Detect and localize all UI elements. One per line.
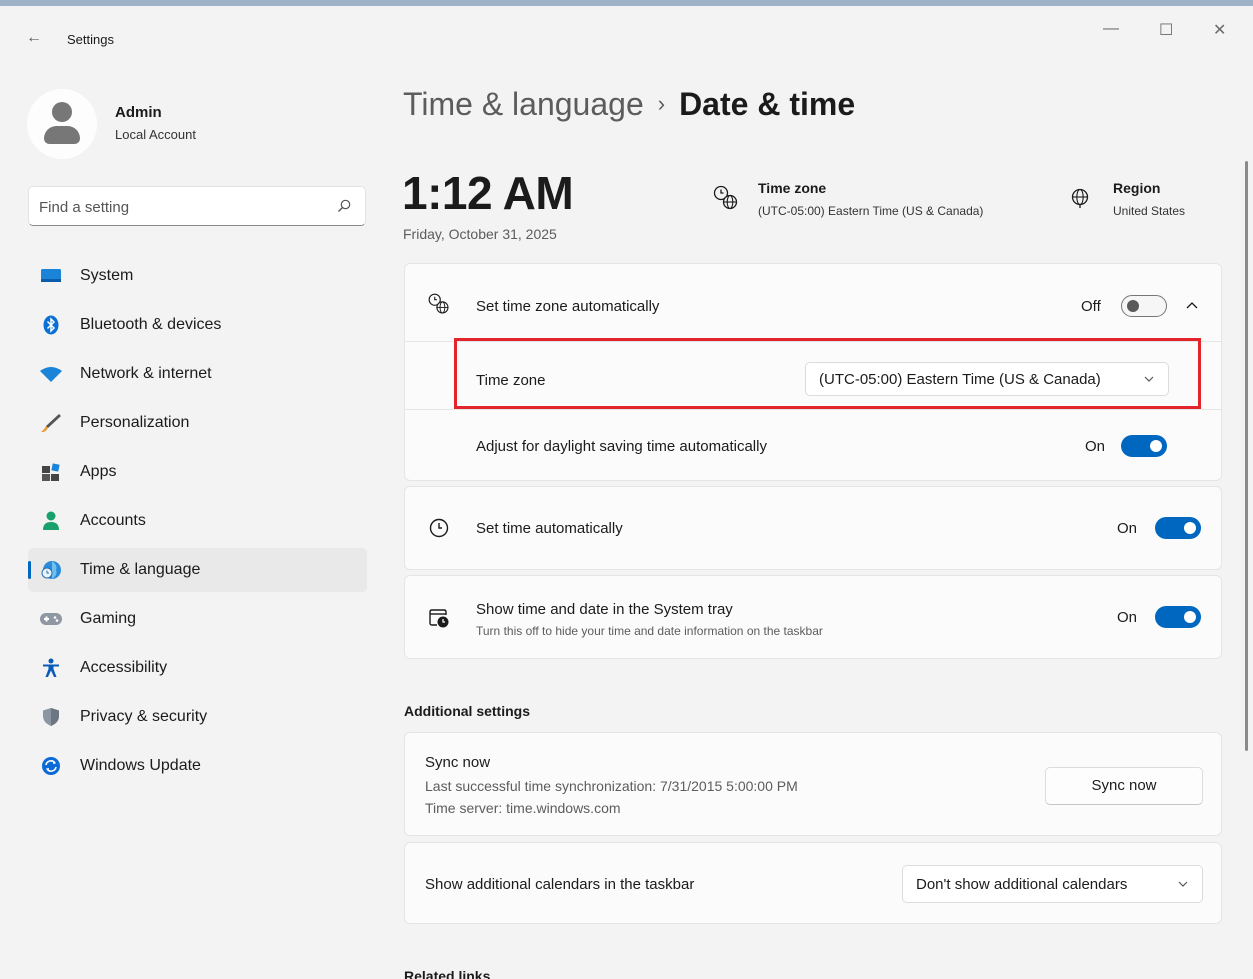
search-box[interactable] [28,186,366,226]
chevron-up-icon[interactable] [1186,301,1198,309]
dst-label: Adjust for daylight saving time automati… [476,438,767,455]
user-name: Admin [115,104,162,121]
sidebar-item-gaming[interactable]: Gaming [28,597,367,641]
sidebar-item-label: Privacy & security [80,708,208,725]
sidebar-item-label: Bluetooth & devices [80,316,222,333]
close-button[interactable]: ✕ [1213,20,1226,40]
bluetooth-icon [43,315,59,335]
breadcrumb-parent[interactable]: Time & language [403,86,644,122]
auto-timezone-label: Set time zone automatically [476,298,660,315]
timezone-globe-icon [713,185,738,210]
additional-settings-heading: Additional settings [404,703,530,719]
gamepad-icon [40,613,62,625]
maximize-button[interactable]: ☐ [1159,20,1173,40]
chevron-down-icon [1178,881,1188,887]
sidebar-item-bluetooth[interactable]: Bluetooth & devices [28,303,367,347]
apps-icon [42,463,60,481]
region-summary-value: United States [1113,204,1186,218]
accessibility-icon [43,658,59,677]
system-tray-state: On [1117,609,1138,626]
sidebar-item-label: Accounts [80,512,146,529]
region-summary-title: Region [1113,180,1161,196]
system-tray-toggle[interactable] [1155,606,1201,628]
sidebar-item-time-language[interactable]: Time & language [28,548,367,592]
avatar[interactable] [27,89,97,159]
sidebar-item-windows-update[interactable]: Windows Update [28,744,367,788]
search-icon[interactable] [337,199,351,213]
brush-icon [41,414,61,433]
search-input[interactable] [39,196,329,218]
breadcrumb-separator: › [657,91,666,116]
auto-timezone-state: Off [1081,298,1101,315]
settings-window: ← Settings — ☐ ✕ Admin Local Account Sys… [0,0,1253,979]
sidebar-item-system[interactable]: System [28,254,367,298]
last-sync-text: Last successful time synchronization: 7/… [425,778,798,794]
system-tray-label: Show time and date in the System tray [476,601,733,618]
set-time-label: Set time automatically [476,520,623,537]
clock-icon [429,518,449,538]
time-language-icon [41,561,61,579]
sidebar-item-network[interactable]: Network & internet [28,352,367,396]
avatar-head [52,102,72,122]
active-indicator [28,561,31,579]
system-tray-description: Turn this off to hide your time and date… [476,624,823,638]
current-date: Friday, October 31, 2025 [403,226,557,242]
sidebar-item-label: Gaming [80,610,137,627]
calendars-dropdown-value: Don't show additional calendars [916,876,1128,893]
app-title: Settings [67,32,114,47]
sidebar-item-label: Personalization [80,414,190,431]
divider [405,409,1221,410]
set-time-toggle[interactable] [1155,517,1201,539]
sidebar-item-label: Time & language [80,561,201,578]
sidebar-item-label: Windows Update [80,757,201,774]
title-bar: ← Settings — ☐ ✕ [0,6,1253,52]
timezone-summary-value: (UTC-05:00) Eastern Time (US & Canada) [758,204,984,218]
related-links-heading: Related links [404,968,491,979]
sidebar-item-accounts[interactable]: Accounts [28,499,367,543]
sync-title: Sync now [425,754,491,771]
breadcrumb: Time & language › Date & time [403,86,855,123]
accounts-icon [43,511,59,530]
timezone-globe-icon [428,293,449,314]
sidebar-item-label: Apps [80,463,117,480]
back-arrow-icon[interactable]: ← [26,30,42,46]
sidebar-item-apps[interactable]: Apps [28,450,367,494]
dst-toggle[interactable] [1121,435,1167,457]
page-title: Date & time [679,86,856,122]
sidebar-item-personalization[interactable]: Personalization [28,401,367,445]
account-type: Local Account [115,127,196,142]
dst-state: On [1085,438,1106,455]
time-server-text: Time server: time.windows.com [425,800,621,816]
calendars-dropdown[interactable]: Don't show additional calendars [902,865,1203,903]
current-time: 1:12 AM [402,167,574,219]
sidebar-nav: System Bluetooth & devices Network & int… [28,254,367,793]
sidebar-item-label: Accessibility [80,659,168,676]
sidebar-item-label: System [80,267,134,284]
region-globe-icon [1071,188,1089,208]
sidebar-item-accessibility[interactable]: Accessibility [28,646,367,690]
auto-timezone-toggle[interactable] [1121,295,1167,317]
avatar-body [44,126,80,144]
sidebar-item-label: Network & internet [80,365,212,382]
minimize-button[interactable]: — [1103,20,1119,38]
update-icon [42,757,60,775]
calendars-label: Show additional calendars in the taskbar [425,876,695,893]
vertical-scrollbar[interactable] [1245,161,1248,751]
calendars-card: Show additional calendars in the taskbar… [404,842,1222,924]
system-tray-card: Show time and date in the System tray Tu… [404,575,1222,659]
calendar-clock-icon [429,609,449,628]
sidebar-item-privacy[interactable]: Privacy & security [28,695,367,739]
highlight-annotation [454,338,1201,409]
system-icon [41,269,61,282]
timezone-summary-title: Time zone [758,180,827,196]
shield-icon [43,708,59,726]
set-time-card: Set time automatically On [404,486,1222,570]
wifi-icon [40,367,62,382]
sync-now-button[interactable]: Sync now [1045,767,1203,805]
set-time-state: On [1117,520,1138,537]
sync-card: Sync now Last successful time synchroniz… [404,732,1222,836]
